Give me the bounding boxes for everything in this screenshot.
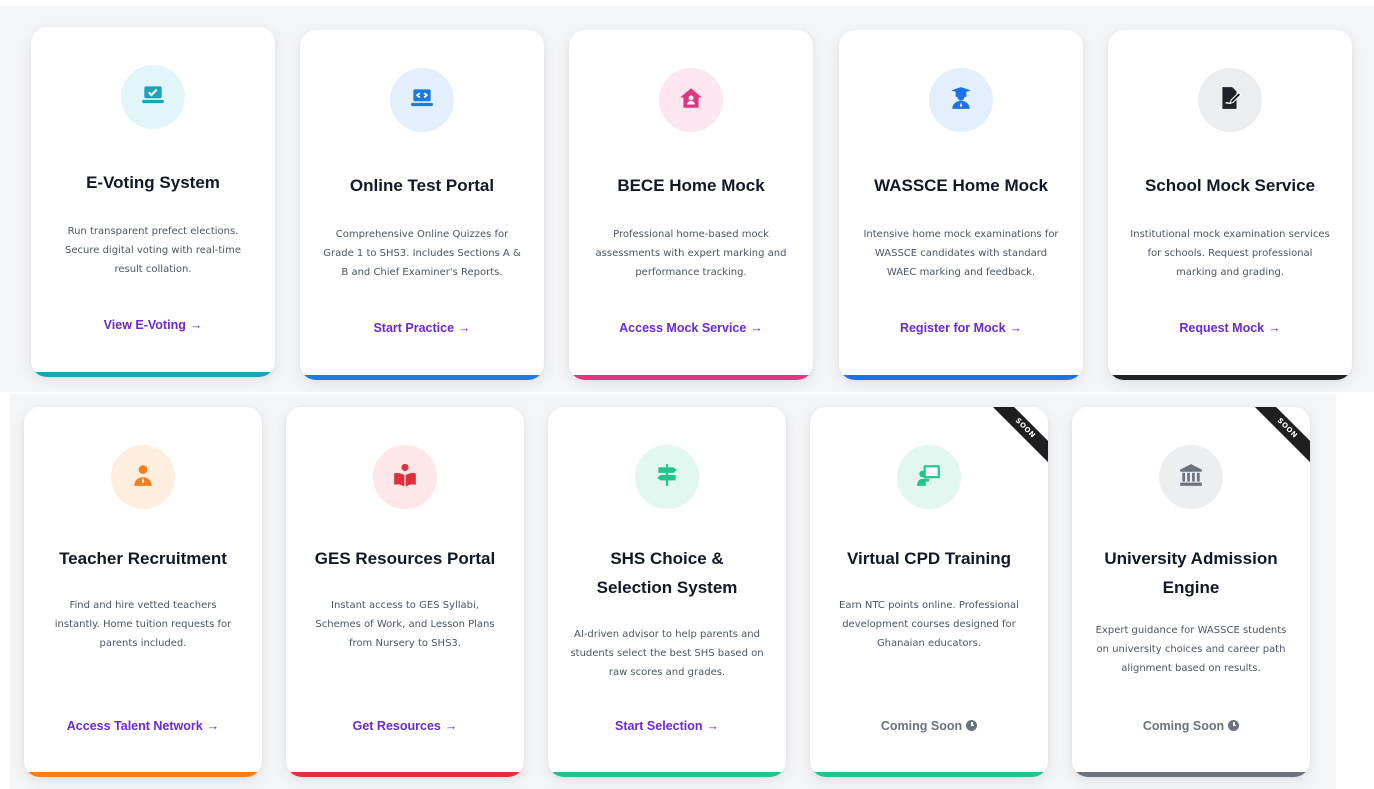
- card-description: Institutional mock examination services …: [1130, 229, 1330, 278]
- graduate-icon: [948, 85, 974, 116]
- start-selection-link[interactable]: Start Selection →: [548, 719, 786, 733]
- card-accent-bar: [24, 772, 262, 777]
- card-school-mock: School Mock Service Institutional mock e…: [1108, 30, 1352, 380]
- home-user-icon: [678, 85, 704, 116]
- icon-circle: [390, 68, 454, 132]
- access-talent-network-link[interactable]: Access Talent Network →: [24, 719, 262, 733]
- card-teacher-recruitment: Teacher Recruitment Find and hire vetted…: [24, 407, 262, 777]
- laptop-check-icon: [140, 82, 166, 113]
- card-title: Online Test Portal: [349, 176, 495, 195]
- card-title: School Mock Service: [1144, 176, 1316, 195]
- icon-circle: [121, 65, 185, 129]
- arrow-right-icon: →: [206, 719, 220, 733]
- card-description: Find and hire vetted teachers instantly.…: [54, 600, 232, 649]
- card-accent-bar: [1108, 375, 1352, 380]
- get-resources-link[interactable]: Get Resources →: [286, 719, 524, 733]
- access-mock-service-link[interactable]: Access Mock Service →: [569, 321, 813, 335]
- icon-circle: [111, 445, 175, 509]
- coming-soon-label: Coming Soon: [1072, 719, 1310, 733]
- book-reader-icon: [392, 462, 418, 493]
- card-description: Expert guidance for WASSCE students on u…: [1095, 625, 1287, 674]
- laptop-code-icon: [409, 85, 435, 116]
- view-e-voting-link[interactable]: View E-Voting →: [31, 318, 275, 332]
- request-mock-link[interactable]: Request Mock →: [1108, 321, 1352, 335]
- icon-circle: [929, 68, 993, 132]
- card-virtual-cpd: SOON Virtual CPD Training Earn NTC point…: [810, 407, 1048, 777]
- card-accent-bar: [548, 772, 786, 777]
- start-practice-link[interactable]: Start Practice →: [300, 321, 544, 335]
- soon-ribbon: SOON: [984, 407, 1048, 471]
- card-ges-resources: GES Resources Portal Instant access to G…: [286, 407, 524, 777]
- signpost-icon: [654, 462, 680, 493]
- card-description: Run transparent prefect elections. Secur…: [65, 226, 241, 275]
- clock-icon: [1228, 720, 1240, 731]
- arrow-right-icon: →: [706, 719, 720, 733]
- card-title: SHS Choice & Selection System: [596, 549, 738, 597]
- card-shs-selection: SHS Choice & Selection System AI-driven …: [548, 407, 786, 777]
- card-title: Virtual CPD Training: [846, 549, 1012, 568]
- card-university-admission: SOON University Admission Engine Expert …: [1072, 407, 1310, 777]
- arrow-right-icon: →: [750, 321, 763, 335]
- icon-circle: [1198, 68, 1262, 132]
- clock-icon: [966, 720, 978, 731]
- icon-circle: [659, 68, 723, 132]
- card-accent-bar: [810, 772, 1048, 777]
- card-e-voting: E-Voting System Run transparent prefect …: [31, 27, 275, 377]
- icon-circle: [635, 445, 699, 509]
- card-wassce-mock: WASSCE Home Mock Intensive home mock exa…: [839, 30, 1083, 380]
- card-online-test: Online Test Portal Comprehensive Online …: [300, 30, 544, 380]
- card-accent-bar: [300, 375, 544, 380]
- card-description: Professional home-based mock assessments…: [595, 229, 787, 278]
- card-title: University Admission Engine: [1104, 549, 1278, 597]
- card-description: Comprehensive Online Quizzes for Grade 1…: [323, 229, 521, 278]
- card-accent-bar: [569, 375, 813, 380]
- card-accent-bar: [31, 372, 275, 377]
- chalkboard-teacher-icon: [916, 462, 942, 493]
- teacher-icon: [130, 462, 156, 493]
- card-description: Instant access to GES Syllabi, Schemes o…: [315, 600, 495, 649]
- card-description: AI-driven advisor to help parents and st…: [570, 629, 764, 678]
- university-icon: [1178, 462, 1204, 493]
- card-title: E-Voting System: [86, 173, 220, 192]
- card-title: Teacher Recruitment: [59, 549, 227, 568]
- arrow-right-icon: →: [444, 719, 458, 733]
- card-description: Earn NTC points online. Professional dev…: [839, 600, 1019, 649]
- arrow-right-icon: →: [1268, 321, 1281, 335]
- card-accent-bar: [839, 375, 1083, 380]
- card-bece-mock: BECE Home Mock Professional home-based m…: [569, 30, 813, 380]
- card-title: WASSCE Home Mock: [874, 176, 1048, 195]
- arrow-right-icon: →: [1009, 321, 1023, 335]
- icon-circle: [373, 445, 437, 509]
- arrow-right-icon: →: [458, 321, 471, 335]
- card-title: GES Resources Portal: [314, 549, 496, 568]
- arrow-right-icon: →: [189, 318, 203, 332]
- coming-soon-label: Coming Soon: [810, 719, 1048, 733]
- card-description: Intensive home mock examinations for WAS…: [863, 229, 1059, 278]
- card-accent-bar: [1072, 772, 1310, 777]
- file-signature-icon: [1217, 85, 1243, 116]
- card-accent-bar: [286, 772, 524, 777]
- icon-circle: [897, 445, 961, 509]
- register-for-mock-link[interactable]: Register for Mock →: [839, 321, 1083, 335]
- card-title: BECE Home Mock: [617, 176, 765, 195]
- soon-ribbon: SOON: [1246, 407, 1310, 471]
- icon-circle: [1159, 445, 1223, 509]
